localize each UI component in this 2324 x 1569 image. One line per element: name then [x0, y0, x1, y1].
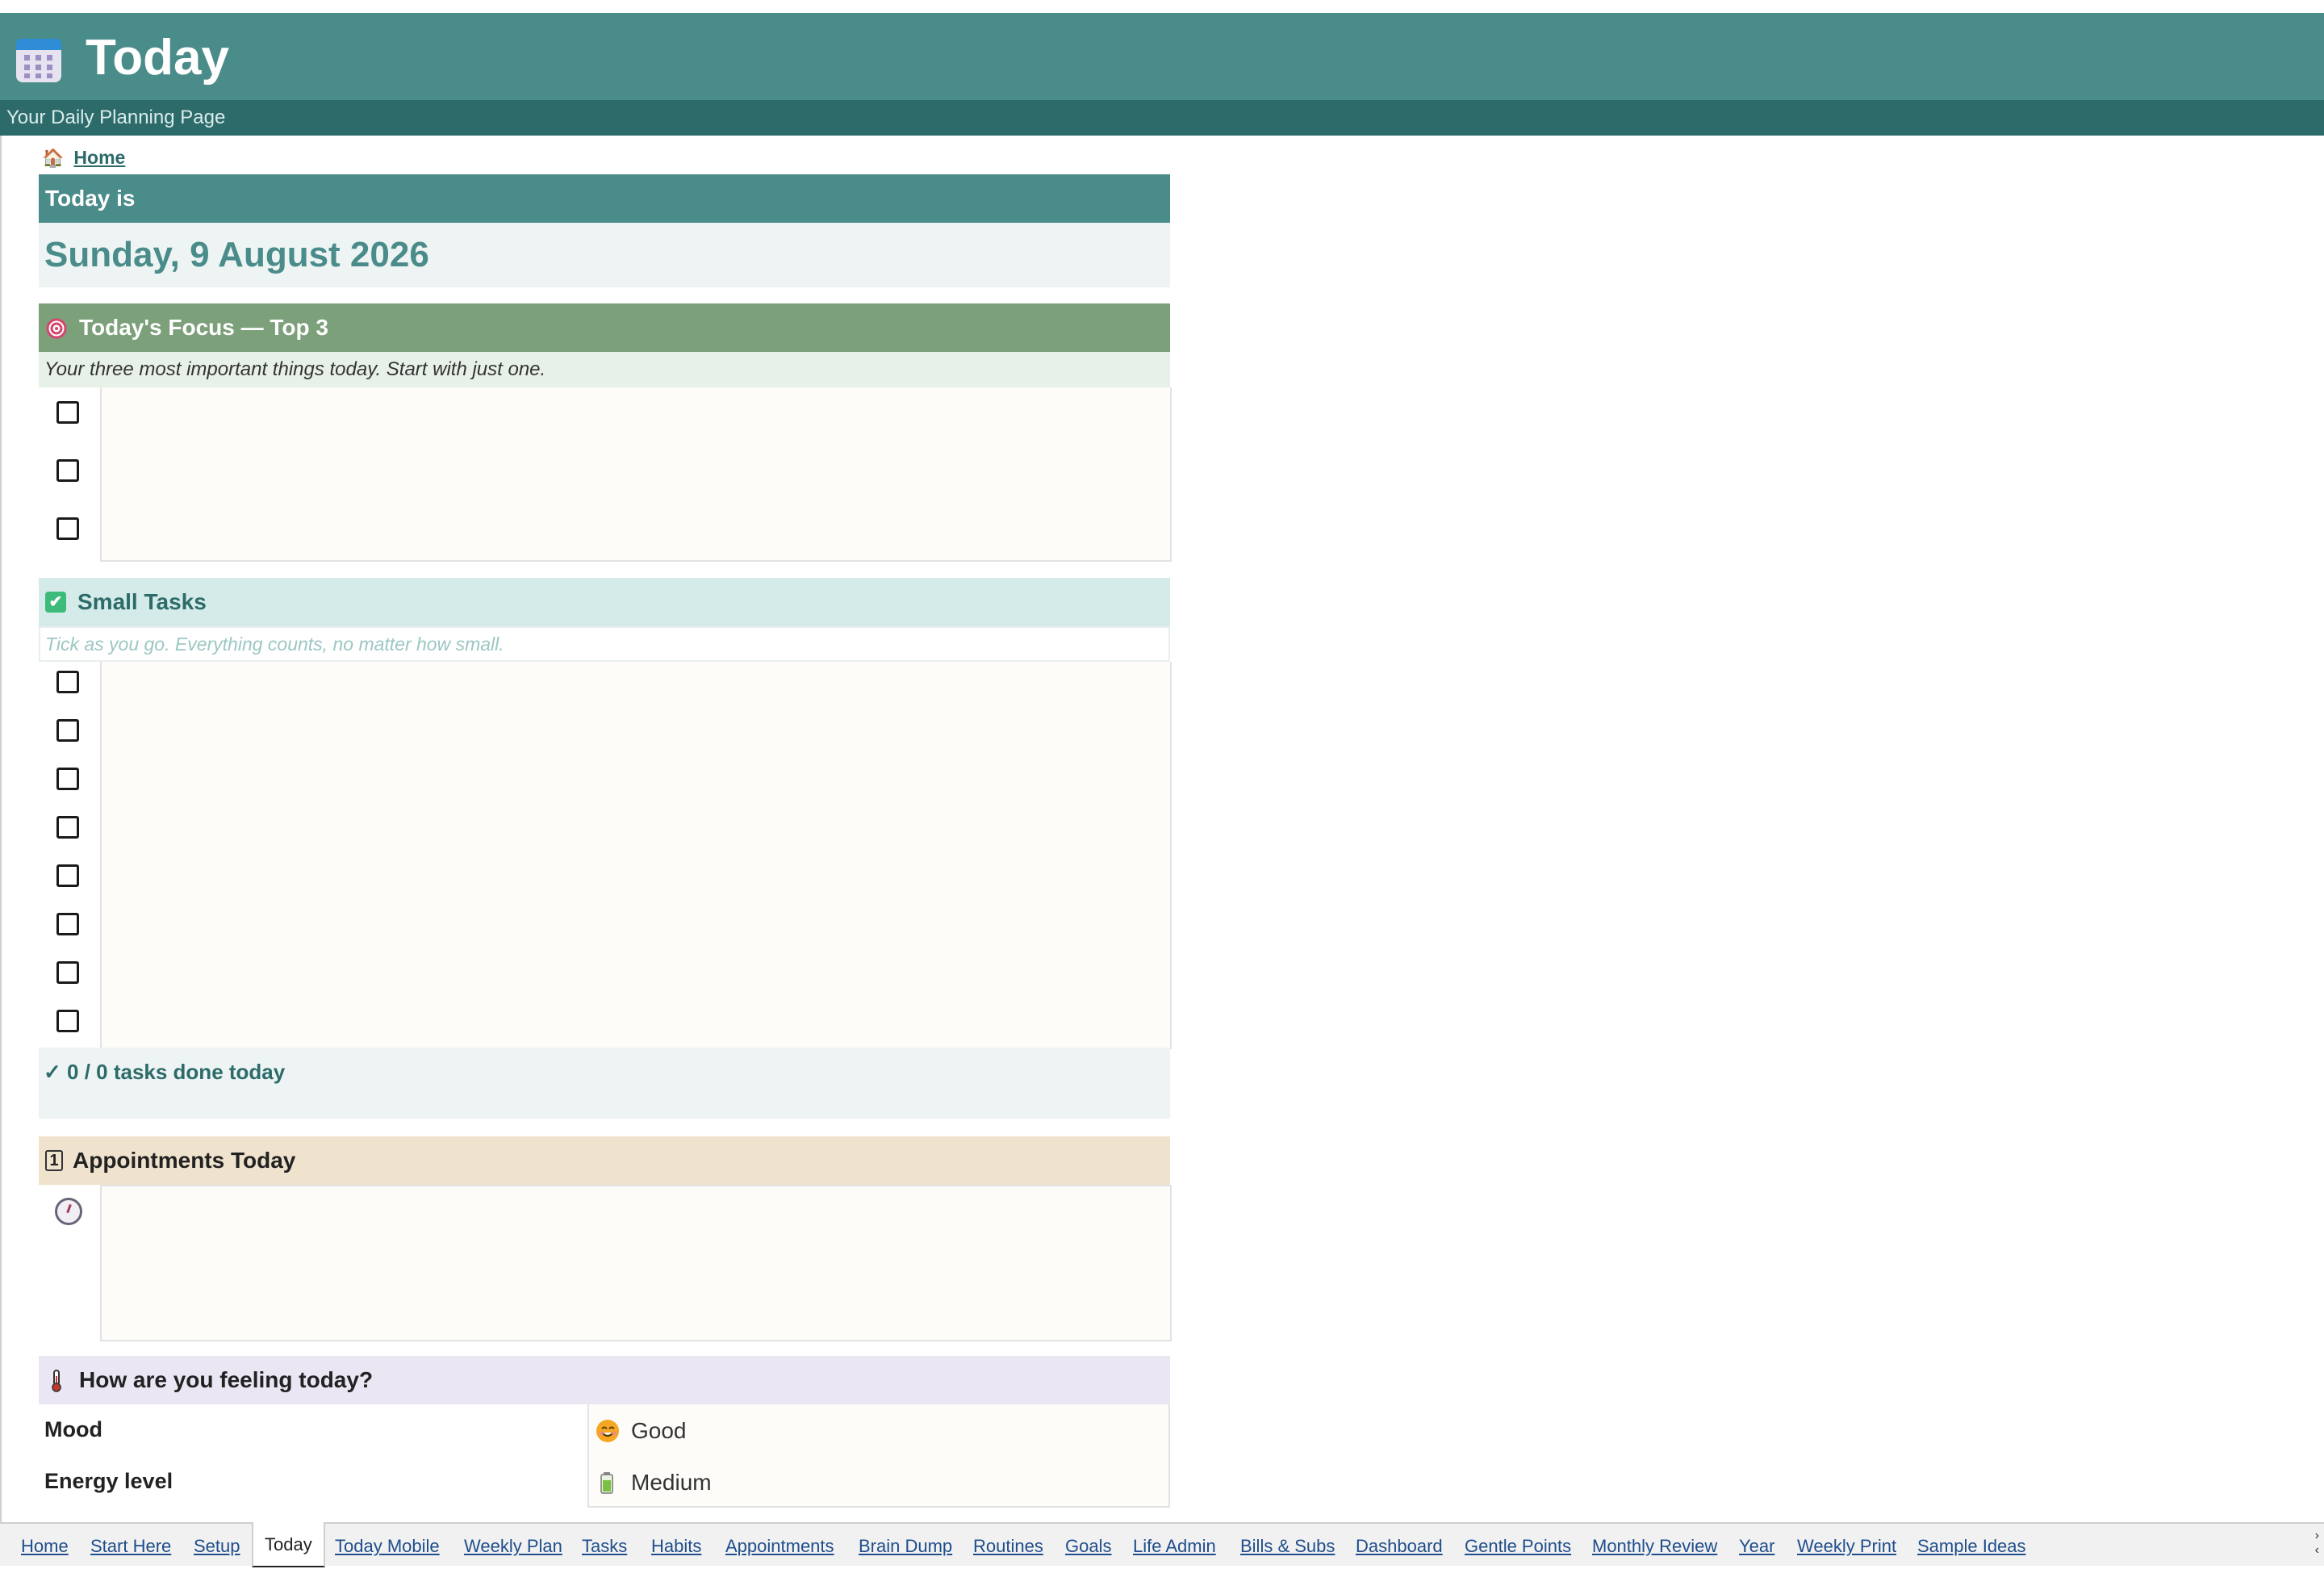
small-task-checkbox[interactable]	[56, 816, 79, 839]
target-icon	[45, 305, 68, 354]
home-link-label: Home	[73, 147, 126, 168]
today-date-panel: Sunday, 9 August 2026	[39, 223, 1170, 287]
page-subtitle: Your Daily Planning Page	[6, 107, 226, 128]
tab-tasks[interactable]: Tasks	[582, 1524, 627, 1566]
calendar-number-icon: 1	[45, 1149, 63, 1171]
tab-weekly-plan[interactable]: Weekly Plan	[464, 1524, 562, 1566]
small-task-checkbox[interactable]	[56, 913, 79, 935]
tab-life-admin[interactable]: Life Admin	[1133, 1524, 1216, 1566]
page-banner: Today	[0, 13, 2324, 100]
small-task-checkbox[interactable]	[56, 961, 79, 984]
page-subtitle-bar: Your Daily Planning Page	[0, 100, 2324, 136]
focus-title: Today's Focus — Top 3	[79, 315, 328, 340]
feelings-title: How are you feeling today?	[79, 1367, 374, 1392]
focus-note: Your three most important things today. …	[44, 358, 546, 380]
tab-routines[interactable]: Routines	[973, 1524, 1043, 1566]
focus-section-header: Today's Focus — Top 3	[39, 303, 1170, 352]
small-task-checkbox[interactable]	[56, 719, 79, 742]
energy-label: Energy level	[44, 1469, 173, 1493]
tab-appointments[interactable]: Appointments	[725, 1524, 834, 1566]
energy-value: Medium	[631, 1470, 712, 1495]
focus-item-checkbox[interactable]	[56, 401, 79, 424]
tab-weekly-print[interactable]: Weekly Print	[1797, 1524, 1896, 1566]
page-title: Today	[86, 30, 229, 86]
window-top-strip	[0, 0, 2324, 13]
tab-sample-ideas[interactable]: Sample Ideas	[1917, 1524, 2026, 1566]
battery-icon	[596, 1471, 620, 1495]
tab-scroll-arrows[interactable]: › ‹	[2315, 1529, 2319, 1558]
tab-today-mobile[interactable]: Today Mobile	[335, 1524, 440, 1566]
small-tasks-title: Small Tasks	[77, 589, 207, 614]
energy-select[interactable]: Medium	[596, 1469, 712, 1496]
mood-label: Mood	[44, 1417, 102, 1441]
small-tasks-placeholder: Tick as you go. Everything counts, no ma…	[45, 634, 504, 655]
tab-home[interactable]: Home	[21, 1524, 69, 1566]
today-label-header: Today is	[39, 174, 1170, 223]
focus-items-input-area[interactable]	[100, 387, 1172, 562]
appointments-header: 1 Appointments Today	[39, 1136, 1170, 1185]
smiling-face-icon	[596, 1419, 620, 1443]
tab-year[interactable]: Year	[1739, 1524, 1774, 1566]
focus-note-row: Your three most important things today. …	[39, 352, 1170, 387]
tab-today[interactable]: Today	[252, 1522, 325, 1567]
thermometer-icon	[45, 1358, 68, 1406]
chevron-right-icon[interactable]: ›	[2315, 1529, 2319, 1543]
feelings-header: How are you feeling today?	[39, 1356, 1170, 1404]
focus-item-checkbox[interactable]	[56, 459, 79, 482]
appointments-title: Appointments Today	[73, 1148, 296, 1173]
tab-brain-dump[interactable]: Brain Dump	[859, 1524, 952, 1566]
home-link[interactable]: 🏠 Home	[42, 145, 125, 170]
small-task-checkbox[interactable]	[56, 671, 79, 693]
check-box-icon: ✔	[45, 591, 66, 613]
tab-dashboard[interactable]: Dashboard	[1356, 1524, 1443, 1566]
sheet-tab-bar: Home Start Here Setup Today Today Mobile…	[0, 1522, 2324, 1567]
small-task-checkbox[interactable]	[56, 768, 79, 790]
tasks-progress: ✓ 0 / 0 tasks done today	[44, 1060, 286, 1084]
tab-setup[interactable]: Setup	[194, 1524, 240, 1566]
small-task-checkbox[interactable]	[56, 864, 79, 887]
small-tasks-items-area[interactable]	[100, 662, 1172, 1049]
tab-start-here[interactable]: Start Here	[90, 1524, 171, 1566]
small-tasks-header: ✔ Small Tasks	[39, 578, 1170, 626]
tab-bills-subs[interactable]: Bills & Subs	[1240, 1524, 1335, 1566]
tab-goals[interactable]: Goals	[1065, 1524, 1111, 1566]
calendar-icon	[16, 39, 61, 82]
tab-gentle-points[interactable]: Gentle Points	[1465, 1524, 1571, 1566]
mood-value: Good	[631, 1418, 687, 1443]
mood-select[interactable]: Good	[596, 1417, 687, 1445]
small-task-checkbox[interactable]	[56, 1010, 79, 1032]
tab-habits[interactable]: Habits	[651, 1524, 701, 1566]
tab-monthly-review[interactable]: Monthly Review	[1592, 1524, 1717, 1566]
house-icon: 🏠	[42, 148, 65, 168]
clock-icon	[55, 1198, 82, 1225]
tasks-progress-panel: ✓ 0 / 0 tasks done today	[39, 1048, 1170, 1119]
focus-item-checkbox[interactable]	[56, 517, 79, 540]
chevron-left-icon[interactable]: ‹	[2315, 1543, 2319, 1558]
sheet-left-border	[0, 136, 2, 1522]
today-date: Sunday, 9 August 2026	[44, 235, 429, 274]
today-label: Today is	[45, 186, 136, 211]
appointments-input-area[interactable]	[100, 1185, 1172, 1341]
small-tasks-input[interactable]: Tick as you go. Everything counts, no ma…	[39, 626, 1170, 662]
